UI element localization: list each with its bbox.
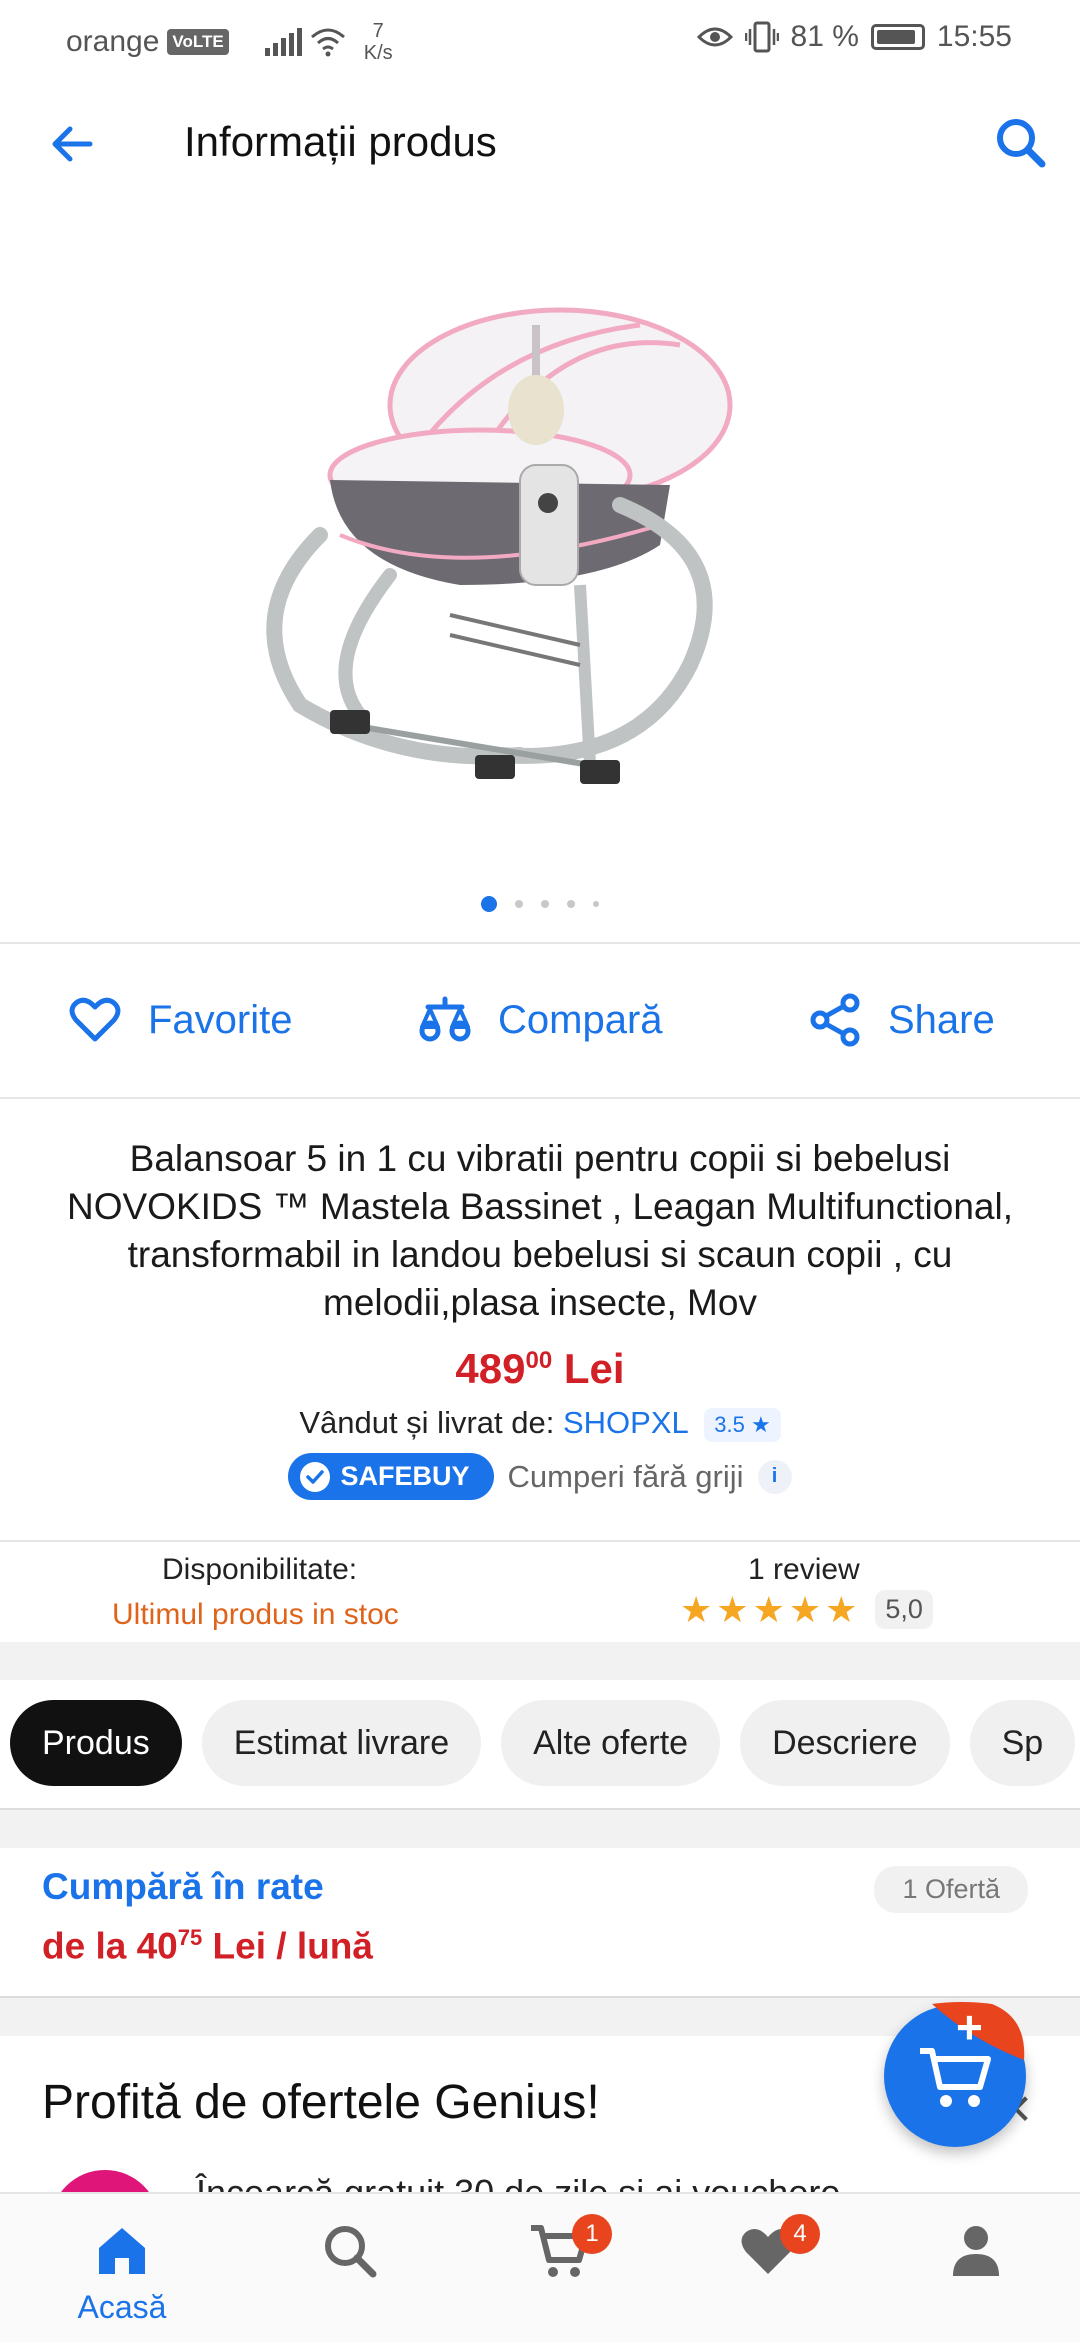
nav-account[interactable]: [926, 2220, 1026, 2287]
speed-value: 7: [372, 20, 384, 42]
section-tabs: Produs Estimat livrare Alte oferte Descr…: [10, 1700, 1076, 1786]
offers-chip[interactable]: 1 Ofertă: [874, 1866, 1028, 1913]
status-right: 81 % 15:55: [696, 20, 1012, 54]
info-icon[interactable]: i: [757, 1459, 792, 1494]
price-currency: Lei: [563, 1345, 625, 1392]
availability-label: Disponibilitate:: [162, 1553, 358, 1586]
star-icon: ★: [716, 1588, 749, 1630]
pagination-dot-active[interactable]: [481, 896, 497, 912]
price-decimals: 00: [525, 1347, 553, 1374]
seller-rating-badge[interactable]: 3.5 ★: [704, 1407, 781, 1442]
safebuy-text: Cumperi fără griji: [507, 1458, 744, 1494]
speed-unit: K/s: [363, 42, 393, 64]
safebuy-label: SAFEBUY: [340, 1461, 470, 1491]
nav-search[interactable]: [300, 2220, 400, 2287]
rating-stars[interactable]: ★ ★ ★ ★ ★ 5,0: [680, 1590, 933, 1629]
status-bar: orange VoLTE 7 K/s 81 % 15:55: [0, 0, 1080, 80]
bottom-navigation: Acasă 1 4: [0, 2192, 1080, 2342]
rating-score: 5,0: [875, 1590, 933, 1629]
carrier-name: orange: [66, 25, 160, 58]
check-icon: [300, 1461, 331, 1492]
availability-value: Ultimul produs in stoc: [112, 1598, 399, 1631]
tab-estimat-livrare[interactable]: Estimat livrare: [201, 1700, 482, 1786]
nav-home-label: Acasă: [77, 2289, 167, 2325]
section-separator: [0, 1642, 1080, 1680]
eye-icon: [696, 27, 733, 47]
price-integer: 489: [455, 1345, 526, 1392]
divider: [0, 1540, 1080, 1542]
star-icon: ★: [680, 1588, 713, 1630]
search-icon: [325, 2226, 377, 2278]
volte-badge: VoLTE: [167, 29, 229, 55]
nav-favorites[interactable]: 4: [718, 2214, 820, 2287]
favorites-badge: 4: [780, 2214, 820, 2254]
compare-button[interactable]: Compară: [418, 993, 663, 1047]
scale-icon: [419, 996, 471, 1042]
signal-icon: [264, 28, 302, 56]
reviews-count[interactable]: 1 review: [748, 1553, 860, 1587]
divider: [0, 942, 1080, 944]
genius-title: Profită de ofertele Genius!: [42, 2076, 600, 2129]
product-price: 48900 Lei: [0, 1345, 1080, 1393]
seller-rating-value: 3.5: [714, 1411, 745, 1437]
clock: 15:55: [936, 20, 1012, 53]
product-image[interactable]: [220, 285, 860, 885]
heart-icon: [69, 997, 121, 1042]
status-left: orange VoLTE 7 K/s: [66, 20, 393, 64]
cart-badge: 1: [572, 2214, 612, 2254]
app-header: Informații produs: [0, 80, 1080, 210]
wifi-icon: [310, 28, 345, 57]
installments-int: 40: [136, 1925, 178, 1967]
pagination-dot[interactable]: [541, 900, 549, 908]
share-icon: [810, 993, 860, 1047]
installments-suffix: Lei / lună: [212, 1925, 373, 1967]
plus-icon: +: [956, 2001, 983, 2053]
nav-home[interactable]: Acasă: [72, 2220, 172, 2326]
gallery-pagination[interactable]: [0, 896, 1080, 912]
share-label: Share: [888, 997, 995, 1042]
installments-prefix: de la: [42, 1925, 127, 1967]
seller-line: Vândut și livrat de: SHOPXL 3.5 ★: [0, 1405, 1080, 1442]
network-speed: 7 K/s: [364, 20, 393, 64]
favorite-button[interactable]: Favorite: [68, 993, 293, 1047]
product-title: Balansoar 5 in 1 cu vibratii pentru copi…: [67, 1138, 1013, 1323]
installments-dec: 75: [177, 1925, 203, 1950]
tab-produs[interactable]: Produs: [10, 1700, 182, 1786]
divider: [0, 1097, 1080, 1099]
compare-label: Compară: [498, 997, 663, 1042]
seller-link[interactable]: SHOPXL: [563, 1405, 688, 1440]
search-icon[interactable]: [988, 110, 1052, 174]
safebuy-row: SAFEBUY Cumperi fără griji i: [0, 1453, 1080, 1500]
tab-descriere[interactable]: Descriere: [740, 1700, 950, 1786]
tab-specificatii[interactable]: Sp: [969, 1700, 1076, 1786]
battery-percent: 81 %: [790, 20, 859, 53]
seller-label: Vândut și livrat de:: [299, 1405, 555, 1440]
vibrate-icon: [744, 21, 779, 53]
user-icon: [953, 2226, 999, 2276]
installments-title[interactable]: Cumpără în rate: [42, 1866, 324, 1908]
installments-amount: de la 4075 Lei / lună: [42, 1925, 373, 1967]
share-button[interactable]: Share: [808, 993, 995, 1047]
product-actions: Favorite Compară Share: [0, 945, 1080, 1095]
pagination-dot[interactable]: [515, 900, 523, 908]
star-icon: ★: [750, 1411, 771, 1437]
page-title: Informații produs: [184, 118, 497, 165]
safebuy-badge[interactable]: SAFEBUY: [288, 1453, 494, 1500]
nav-cart[interactable]: 1: [510, 2214, 612, 2287]
star-icon: ★: [788, 1588, 822, 1630]
home-icon: [99, 2228, 145, 2274]
star-icon: ★: [825, 1588, 858, 1630]
section-separator: [0, 1808, 1080, 1848]
pagination-dot[interactable]: [567, 900, 575, 908]
back-arrow-icon[interactable]: [40, 112, 104, 176]
favorite-label: Favorite: [148, 997, 293, 1042]
tab-alte-oferte[interactable]: Alte oferte: [501, 1700, 721, 1786]
battery-icon: [870, 24, 925, 50]
pagination-dot[interactable]: [593, 901, 599, 907]
star-icon: ★: [752, 1588, 785, 1630]
